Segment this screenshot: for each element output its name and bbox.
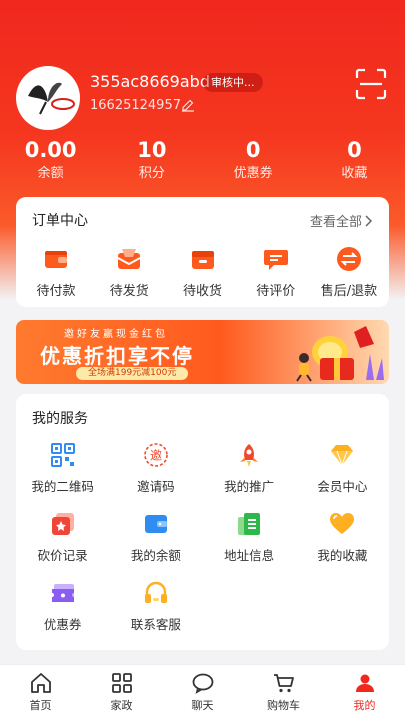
- stat-value: 10: [137, 138, 167, 162]
- stat-label: 余额: [37, 166, 64, 181]
- chevron-right-icon: [365, 214, 373, 227]
- stat-label: 收藏: [341, 166, 368, 181]
- stat-points[interactable]: 10 积分: [101, 136, 202, 186]
- comment-icon: [263, 250, 288, 270]
- stat-value: 0: [245, 138, 261, 162]
- service-label: 会员中心: [317, 479, 368, 494]
- stat-value: 0: [347, 138, 362, 162]
- services-grid: 我的二维码 邀 邀请码 我的推广 会员中心 砍价记录 我的余额 地址信息 我的收…: [16, 442, 389, 633]
- service-invite-code[interactable]: 邀 邀请码: [109, 442, 202, 495]
- heart-icon: [330, 513, 355, 534]
- bargain-icon: [51, 513, 74, 535]
- grid-icon: [111, 673, 132, 693]
- rocket-icon: [240, 444, 259, 467]
- service-my-qrcode[interactable]: 我的二维码: [16, 442, 109, 495]
- service-bargain-records[interactable]: 砍价记录: [16, 511, 109, 564]
- service-label: 优惠券: [43, 617, 82, 632]
- banner-sub-text: 全场满199元减100元: [76, 367, 189, 380]
- service-label: 联系客服: [130, 617, 181, 632]
- service-my-promotion[interactable]: 我的推广: [203, 442, 296, 495]
- headset-icon: [144, 581, 167, 603]
- phone-number: 16625124957: [90, 98, 181, 113]
- order-label: 售后/退款: [320, 284, 378, 299]
- stat-label: 优惠券: [233, 166, 273, 181]
- qrcode-icon: [50, 443, 75, 467]
- tab-label: 购物车: [267, 699, 300, 712]
- stat-label: 积分: [138, 166, 165, 181]
- order-label: 待收货: [182, 284, 222, 299]
- tab-cart[interactable]: 购物车: [243, 665, 324, 720]
- service-address-info[interactable]: 地址信息: [203, 511, 296, 564]
- service-coupons[interactable]: 优惠券: [16, 580, 109, 633]
- user-icon: [355, 674, 374, 692]
- tab-home[interactable]: 首页: [0, 665, 81, 720]
- stats-row: 0.00 余额 10 积分 0 优惠券 0 收藏: [0, 136, 405, 186]
- diamond-icon: [331, 445, 354, 467]
- refund-icon: [337, 247, 361, 271]
- scan-icon[interactable]: [355, 68, 387, 100]
- tab-chat[interactable]: 聊天: [162, 665, 243, 720]
- profile-header: 355ac8669abd 审核中... 16625124957 0.00 余额 …: [0, 0, 405, 200]
- service-member-center[interactable]: 会员中心: [296, 442, 389, 495]
- promo-banner[interactable]: 邀好友赢现金红包 优惠折扣享不停 全场满199元减100元: [16, 320, 389, 384]
- invite-icon: 邀: [144, 443, 168, 467]
- service-customer-support[interactable]: 联系客服: [109, 580, 202, 633]
- home-icon: [30, 673, 51, 693]
- tab-label: 首页: [29, 699, 52, 712]
- service-label: 砍价记录: [37, 548, 88, 563]
- stat-favorites[interactable]: 0 收藏: [304, 136, 405, 186]
- order-pending-payment[interactable]: 待付款: [22, 245, 90, 299]
- balance-icon: [144, 515, 167, 533]
- stat-balance[interactable]: 0.00 余额: [0, 136, 101, 186]
- order-center-card: 订单中心 查看全部 待付款 待发货 待收货 待评价 售后/退款: [16, 197, 389, 307]
- order-label: 待付款: [36, 284, 76, 299]
- banner-top-text: 邀好友赢现金红包: [64, 329, 168, 340]
- order-pending-receipt[interactable]: 待收货: [169, 245, 237, 299]
- service-label: 我的二维码: [31, 479, 94, 494]
- svg-text:邀: 邀: [150, 448, 162, 463]
- edit-icon[interactable]: [181, 98, 195, 112]
- tab-label: 聊天: [191, 699, 214, 712]
- gift-box-illustration-icon: [296, 326, 384, 382]
- stat-value: 0.00: [24, 138, 77, 162]
- service-label: 地址信息: [224, 548, 275, 563]
- order-after-sales[interactable]: 售后/退款: [315, 245, 383, 299]
- tab-label: 我的: [353, 699, 376, 712]
- address-icon: [238, 513, 261, 535]
- service-label: 我的收藏: [317, 548, 368, 563]
- package-icon: [117, 249, 141, 269]
- order-label: 待评价: [256, 284, 296, 299]
- bird-logo-icon: [28, 82, 75, 115]
- order-pending-review[interactable]: 待评价: [242, 245, 310, 299]
- services-title: 我的服务: [32, 411, 88, 427]
- stat-coupons[interactable]: 0 优惠券: [203, 136, 304, 186]
- service-my-favorites[interactable]: 我的收藏: [296, 511, 389, 564]
- tab-housekeeping[interactable]: 家政: [81, 665, 162, 720]
- username: 355ac8669abd: [90, 72, 210, 91]
- tab-mine[interactable]: 我的: [324, 665, 405, 720]
- service-label: 我的推广: [224, 479, 275, 494]
- avatar[interactable]: [16, 66, 80, 130]
- service-my-balance[interactable]: 我的余额: [109, 511, 202, 564]
- bottom-tab-bar: 首页 家政 聊天 购物车 我的: [0, 664, 405, 720]
- banner-main-text: 优惠折扣享不停: [40, 344, 194, 368]
- box-icon: [191, 251, 214, 269]
- order-pending-shipment[interactable]: 待发货: [95, 245, 163, 299]
- cart-icon: [273, 674, 294, 693]
- order-center-title: 订单中心: [32, 213, 88, 229]
- view-all-orders-link[interactable]: 查看全部: [310, 211, 373, 230]
- my-services-card: 我的服务 我的二维码 邀 邀请码 我的推广 会员中心 砍价记录 我的余额 地址信…: [16, 394, 389, 650]
- view-all-label: 查看全部: [309, 215, 362, 230]
- status-badge: 审核中...: [203, 73, 263, 92]
- wallet-icon: [45, 251, 67, 268]
- order-label: 待发货: [109, 284, 149, 299]
- service-label: 邀请码: [137, 479, 175, 494]
- order-status-row: 待付款 待发货 待收货 待评价 售后/退款: [16, 245, 389, 299]
- chat-icon: [192, 673, 213, 694]
- service-label: 我的余额: [130, 548, 181, 563]
- tab-label: 家政: [110, 699, 133, 712]
- coupon-icon: [51, 584, 74, 602]
